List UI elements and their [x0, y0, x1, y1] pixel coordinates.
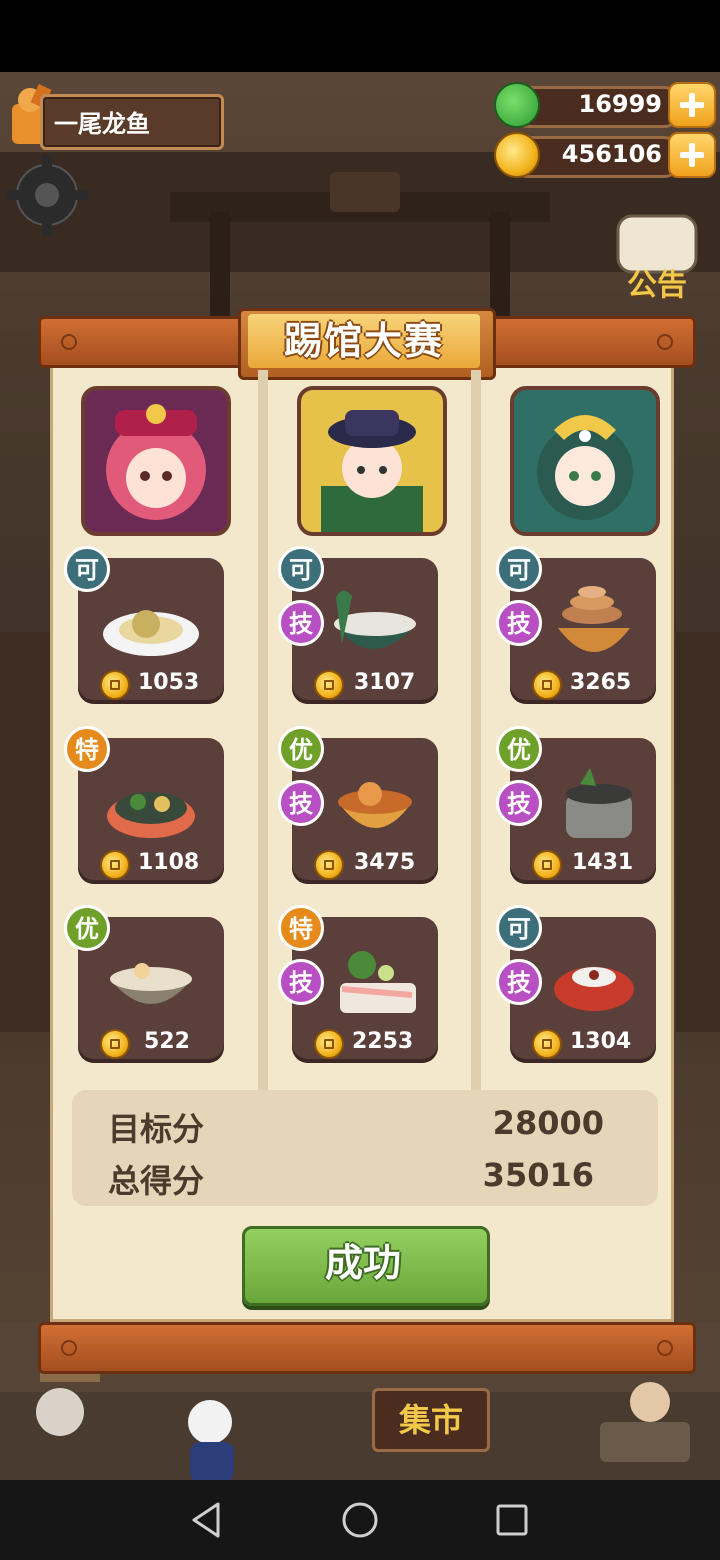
opponent-portrait-1[interactable] [81, 386, 231, 536]
column-divider [471, 370, 481, 1090]
coin-icon [314, 1029, 344, 1059]
jade-amount: 16999 [578, 90, 663, 118]
grade-badge: 可 [496, 546, 542, 592]
notice-label: 公告 [627, 268, 687, 303]
target-score-value: 28000 [492, 1104, 604, 1142]
dish-icon [338, 782, 412, 828]
recents-icon[interactable] [490, 1498, 534, 1542]
grade-badge: 特 [278, 905, 324, 951]
dish-price: 3107 [354, 670, 416, 695]
coin-icon [314, 850, 344, 880]
coin-icon [100, 850, 130, 880]
back-icon[interactable] [186, 1498, 230, 1542]
dish-price: 1108 [138, 850, 200, 875]
total-score-label: 总得分 [108, 1162, 205, 1200]
dish-icon [554, 967, 634, 1011]
opponent-portrait-3[interactable] [510, 386, 660, 536]
grade-badge: 可 [278, 546, 324, 592]
success-button-label: 成功 [324, 1241, 401, 1285]
target-score-label: 目标分 [108, 1110, 205, 1148]
home-icon[interactable] [338, 1498, 382, 1542]
dish-price: 2253 [352, 1029, 414, 1054]
skill-badge: 技 [278, 780, 324, 826]
grade-badge: 可 [64, 546, 110, 592]
add-coins-button[interactable] [668, 132, 716, 178]
dish-icon [334, 590, 416, 649]
dish-price: 1053 [138, 670, 200, 695]
settings-gear-icon[interactable] [4, 152, 90, 238]
dish-price: 1431 [572, 850, 634, 875]
coin-icon [532, 670, 562, 700]
opponent-portrait-2[interactable] [297, 386, 447, 536]
skill-badge: 技 [278, 600, 324, 646]
jade-icon [494, 82, 540, 128]
navigation-bar [0, 1480, 720, 1560]
grade-badge: 特 [64, 726, 110, 772]
skill-badge: 技 [496, 780, 542, 826]
dish-icon [558, 586, 630, 652]
dish-price: 1304 [570, 1029, 632, 1054]
coin-icon [494, 132, 540, 178]
skill-badge: 技 [496, 600, 542, 646]
column-divider [258, 370, 268, 1090]
dish-icon [107, 792, 195, 838]
dialog-title: 踢馆大赛 [283, 319, 444, 363]
skill-badge: 技 [496, 959, 542, 1005]
coin-icon [100, 1029, 130, 1059]
player-name: 一尾龙鱼 [54, 110, 150, 138]
add-jade-button[interactable] [668, 82, 716, 128]
dialog-bottom-rail [38, 1322, 696, 1374]
grade-badge: 优 [496, 726, 542, 772]
pink-haired-lady-icon [85, 390, 227, 532]
dish-price: 3475 [354, 850, 416, 875]
status-bar [0, 0, 720, 72]
coin-icon [532, 1029, 562, 1059]
dish-price: 522 [144, 1029, 190, 1054]
green-haired-goddess-icon [514, 390, 656, 532]
grade-badge: 可 [496, 905, 542, 951]
grade-badge: 优 [64, 905, 110, 951]
coin-icon [532, 850, 562, 880]
skill-badge: 技 [278, 959, 324, 1005]
total-score-value: 35016 [482, 1156, 594, 1194]
dish-icon [110, 963, 192, 1004]
qing-official-icon [301, 390, 443, 532]
market-sign[interactable]: 集市 [372, 1388, 490, 1452]
dish-icon [103, 610, 199, 656]
notice-button[interactable]: 公告 [612, 210, 702, 303]
dish-icon [566, 768, 632, 838]
coin-amount: 456106 [561, 140, 662, 168]
dish-price: 3265 [570, 670, 632, 695]
grade-badge: 优 [278, 726, 324, 772]
coin-icon [314, 670, 344, 700]
coin-icon [100, 670, 130, 700]
dish-icon [340, 951, 416, 1013]
